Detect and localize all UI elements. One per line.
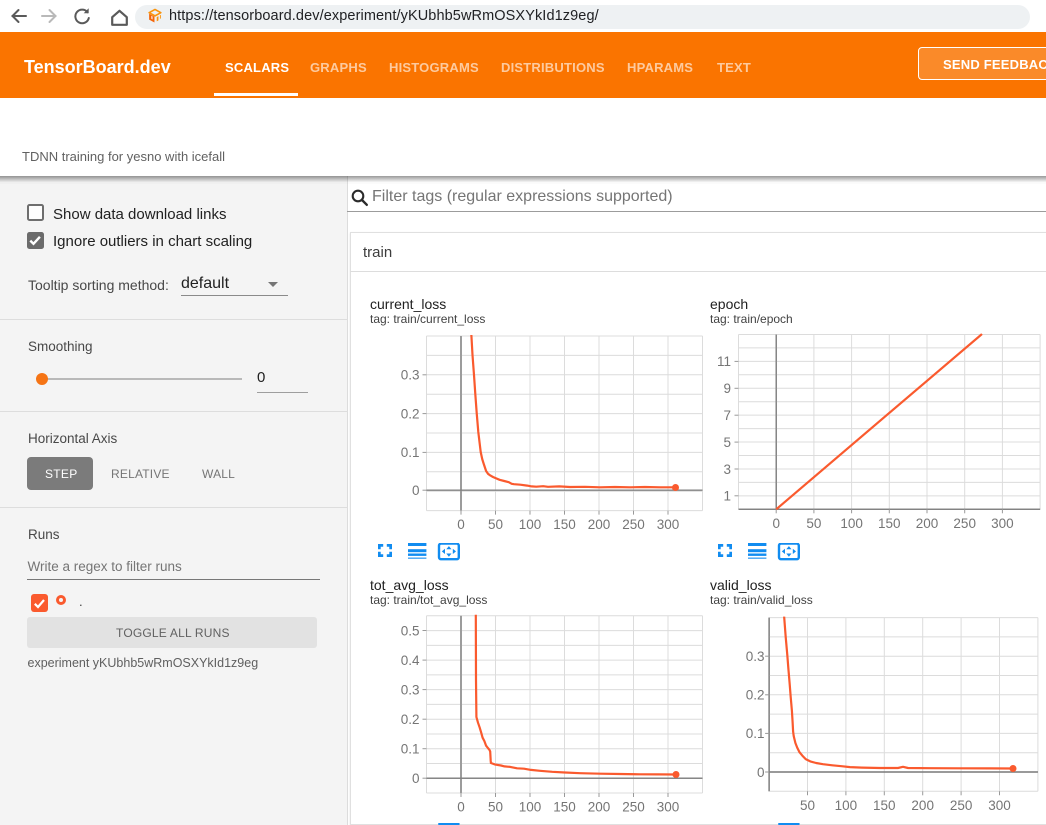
- svg-text:100: 100: [840, 516, 863, 531]
- svg-text:0.2: 0.2: [746, 688, 765, 703]
- svg-text:0.3: 0.3: [401, 368, 420, 383]
- svg-text:0: 0: [457, 800, 465, 815]
- svg-text:200: 200: [911, 798, 934, 813]
- svg-text:0.3: 0.3: [746, 649, 765, 664]
- svg-text:0.1: 0.1: [746, 726, 765, 741]
- svg-text:150: 150: [873, 798, 896, 813]
- svg-text:200: 200: [588, 517, 611, 532]
- svg-text:50: 50: [800, 798, 815, 813]
- svg-text:100: 100: [519, 517, 542, 532]
- svg-text:250: 250: [953, 516, 976, 531]
- svg-text:300: 300: [988, 798, 1011, 813]
- svg-text:300: 300: [991, 516, 1014, 531]
- svg-text:0: 0: [412, 483, 420, 498]
- svg-text:0: 0: [757, 765, 765, 780]
- svg-text:5: 5: [723, 435, 731, 450]
- svg-text:0: 0: [457, 517, 465, 532]
- svg-text:150: 150: [878, 516, 901, 531]
- svg-text:200: 200: [588, 800, 611, 815]
- svg-text:3: 3: [723, 462, 731, 477]
- svg-text:150: 150: [553, 517, 576, 532]
- svg-text:9: 9: [723, 381, 731, 396]
- svg-text:300: 300: [657, 517, 680, 532]
- svg-text:250: 250: [622, 517, 645, 532]
- svg-text:100: 100: [835, 798, 858, 813]
- svg-text:100: 100: [519, 800, 542, 815]
- svg-text:300: 300: [657, 800, 680, 815]
- svg-text:0.1: 0.1: [401, 742, 420, 757]
- svg-text:0: 0: [772, 516, 780, 531]
- svg-text:150: 150: [553, 800, 576, 815]
- svg-text:250: 250: [950, 798, 973, 813]
- svg-text:200: 200: [916, 516, 939, 531]
- svg-text:0.2: 0.2: [401, 712, 420, 727]
- svg-text:11: 11: [717, 354, 731, 369]
- svg-text:1: 1: [723, 489, 731, 504]
- svg-text:0.3: 0.3: [401, 682, 420, 697]
- svg-text:0: 0: [412, 771, 420, 786]
- svg-text:50: 50: [488, 800, 503, 815]
- svg-text:250: 250: [622, 800, 645, 815]
- svg-text:0.2: 0.2: [401, 406, 420, 421]
- svg-text:50: 50: [806, 516, 821, 531]
- svg-text:7: 7: [723, 408, 731, 423]
- svg-text:0.5: 0.5: [401, 623, 420, 638]
- svg-text:0.1: 0.1: [401, 445, 420, 460]
- svg-text:0.4: 0.4: [401, 653, 420, 668]
- svg-text:50: 50: [488, 517, 503, 532]
